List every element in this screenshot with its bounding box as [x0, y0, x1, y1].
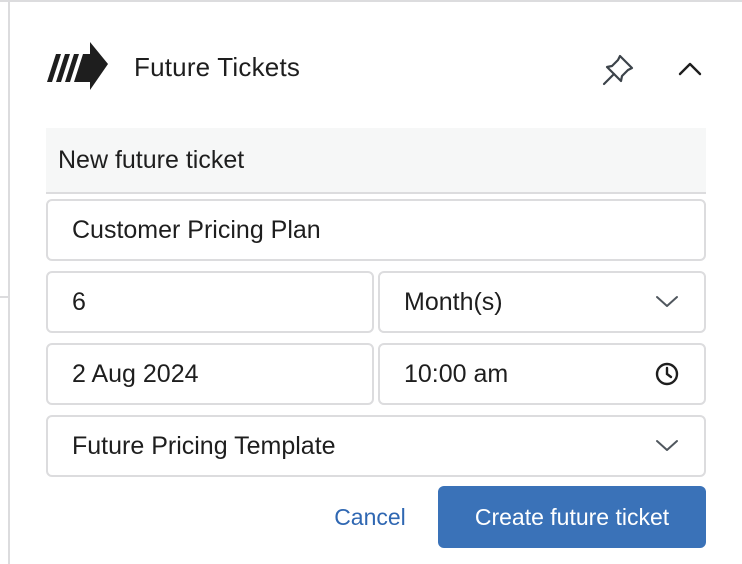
time-value: 10:00 am [404, 359, 509, 388]
ticket-name-input[interactable]: Customer Pricing Plan [46, 199, 706, 261]
pin-icon [602, 54, 634, 86]
clock-icon[interactable] [654, 361, 680, 387]
chevron-down-icon [656, 440, 678, 451]
section-title: New future ticket [58, 146, 245, 174]
collapse-button[interactable] [670, 50, 710, 90]
interval-number-value: 6 [72, 287, 86, 316]
chevron-up-icon [678, 62, 702, 76]
ticket-name-value: Customer Pricing Plan [72, 215, 321, 244]
panel-title: Future Tickets [134, 52, 301, 82]
interval-unit-select[interactable]: Month(s) [378, 271, 706, 333]
pin-button[interactable] [596, 50, 638, 90]
chevron-down-icon [656, 296, 678, 307]
arrow-stripes-logo-icon [47, 42, 108, 90]
date-input[interactable]: 2 Aug 2024 [46, 343, 374, 405]
panel-header: Future Tickets [10, 2, 742, 128]
left-divider-tick [0, 296, 8, 298]
template-select[interactable]: Future Pricing Template [46, 415, 706, 477]
time-input[interactable]: 10:00 am [378, 343, 706, 405]
interval-unit-value: Month(s) [404, 287, 503, 316]
future-tickets-panel: Future Tickets New future ticket Custome… [8, 2, 742, 564]
new-ticket-section-header: New future ticket [46, 128, 706, 194]
cancel-button[interactable]: Cancel [320, 486, 420, 548]
interval-number-input[interactable]: 6 [46, 271, 374, 333]
create-future-ticket-button[interactable]: Create future ticket [438, 486, 706, 548]
template-value: Future Pricing Template [72, 431, 336, 460]
date-value: 2 Aug 2024 [72, 359, 199, 388]
